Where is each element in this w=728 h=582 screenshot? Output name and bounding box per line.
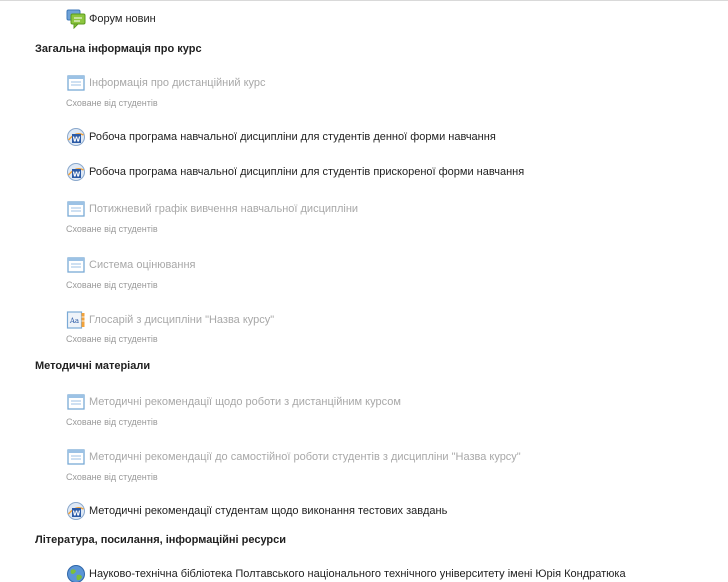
section-heading-literature: Література, посилання, інформаційні ресу… [35, 534, 287, 546]
activity-label[interactable]: Інформація про дистанційний курс [89, 73, 266, 93]
svg-text:Aa: Aa [69, 317, 79, 325]
hidden-from-students-note: Сховане від студентів [66, 334, 158, 344]
activity-label[interactable]: Методичні рекомендації щодо роботи з дис… [89, 392, 401, 412]
activity-label[interactable]: Потижневий графік вивчення навчальної ди… [89, 199, 358, 219]
activity-method-recs-tests[interactable]: W Методичні рекомендації студентам щодо … [66, 501, 447, 521]
activity-library-link[interactable]: Науково-технічна бібліотека Полтавського… [66, 564, 626, 582]
hidden-from-students-note: Сховане від студентів [66, 417, 158, 427]
page-icon [67, 257, 85, 273]
word-document-icon: W [67, 128, 85, 146]
page-icon [67, 449, 85, 465]
word-document-icon: W [67, 163, 85, 181]
course-page: Форум новин Загальна інформація про курс… [0, 0, 728, 582]
page-icon [67, 201, 85, 217]
page-icon [67, 75, 85, 91]
activity-label[interactable]: Глосарій з дисципліни "Назва курсу" [89, 310, 274, 330]
page-icon [67, 394, 85, 410]
hidden-from-students-note: Сховане від студентів [66, 98, 158, 108]
activity-forum[interactable]: Форум новин [66, 9, 156, 29]
activity-glossary[interactable]: Aa Глосарій з дисципліни "Назва курсу" [66, 310, 274, 330]
hidden-from-students-note: Сховане від студентів [66, 280, 158, 290]
svg-text:W: W [73, 171, 81, 179]
word-document-icon: W [67, 502, 85, 520]
activity-work-programme-accelerated[interactable]: W Робоча програма навчальної дисципліни … [66, 162, 524, 182]
activity-label[interactable]: Методичні рекомендації студентам щодо ви… [89, 501, 447, 521]
activity-work-programme-day[interactable]: W Робоча програма навчальної дисципліни … [66, 127, 496, 147]
hidden-from-students-note: Сховане від студентів [66, 472, 158, 482]
url-globe-icon [67, 565, 85, 582]
svg-text:W: W [73, 510, 81, 518]
svg-text:W: W [73, 136, 81, 144]
activity-method-recs-self-study[interactable]: Методичні рекомендації до самостійної ро… [66, 447, 521, 467]
activity-label[interactable]: Система оцінювання [89, 255, 196, 275]
activity-method-recs-distance[interactable]: Методичні рекомендації щодо роботи з дис… [66, 392, 401, 412]
activity-course-info[interactable]: Інформація про дистанційний курс [66, 73, 266, 93]
activity-label[interactable]: Робоча програма навчальної дисципліни дл… [89, 127, 496, 147]
activity-label[interactable]: Форум новин [89, 9, 156, 29]
glossary-icon: Aa [66, 311, 85, 329]
hidden-from-students-note: Сховане від студентів [66, 224, 158, 234]
activity-weekly-schedule[interactable]: Потижневий графік вивчення навчальної ди… [66, 199, 358, 219]
activity-label[interactable]: Методичні рекомендації до самостійної ро… [89, 447, 521, 467]
forum-icon [66, 9, 86, 29]
section-heading-general: Загальна інформація про курс [35, 43, 202, 55]
activity-label[interactable]: Науково-технічна бібліотека Полтавського… [89, 564, 626, 582]
section-heading-methodical: Методичні матеріали [35, 360, 151, 372]
activity-grading-system[interactable]: Система оцінювання [66, 255, 196, 275]
activity-label[interactable]: Робоча програма навчальної дисципліни дл… [89, 162, 524, 182]
